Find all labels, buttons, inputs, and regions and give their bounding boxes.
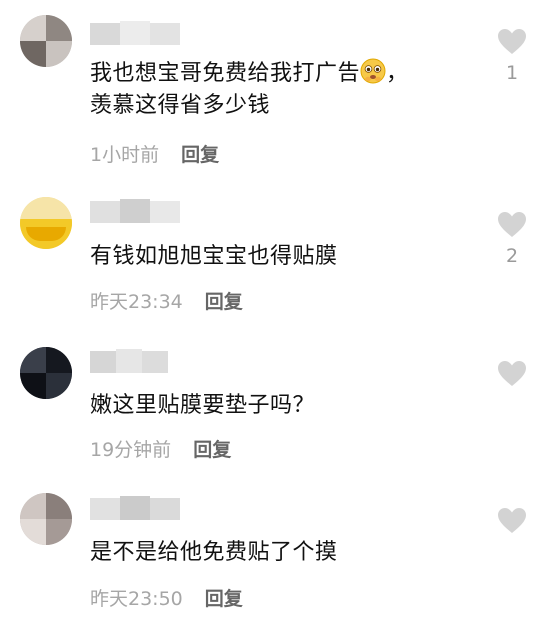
reply-button[interactable]: 回复 xyxy=(205,291,243,313)
heart-icon xyxy=(498,508,526,533)
timestamp: 昨天23:50 xyxy=(90,588,183,610)
comment-text: 有钱如旭旭宝宝也得贴膜 xyxy=(90,241,338,273)
pleading-face-icon xyxy=(360,58,386,84)
avatar[interactable] xyxy=(20,347,72,399)
timestamp: 19分钟前 xyxy=(90,439,172,461)
comment-text-line: 是不是给他免费贴了个摸 xyxy=(90,540,338,565)
username[interactable] xyxy=(90,345,168,375)
username[interactable] xyxy=(90,195,180,225)
like-count: 1 xyxy=(505,62,519,84)
avatar[interactable] xyxy=(20,197,72,249)
username[interactable] xyxy=(90,492,180,522)
like-button[interactable] xyxy=(497,360,527,394)
comment-meta: 昨天23:50 回复 xyxy=(90,587,243,611)
like-count: 2 xyxy=(505,245,519,267)
avatar[interactable] xyxy=(20,493,72,545)
comment-text-line: 我也想宝哥免费给我打广告 xyxy=(90,61,361,86)
comment-meta: 昨天23:34 回复 xyxy=(90,290,243,314)
timestamp: 1小时前 xyxy=(90,144,160,166)
comment-meta: 1小时前 回复 xyxy=(90,143,219,167)
comment-text: 嫩这里贴膜要垫子吗？ xyxy=(90,390,315,422)
avatar[interactable] xyxy=(20,15,72,67)
comment-text-comma: ， xyxy=(386,61,409,86)
like-button[interactable]: 1 xyxy=(497,28,527,84)
comment-text-line: 羡慕这得省多少钱 xyxy=(90,93,271,118)
username[interactable] xyxy=(90,17,180,47)
heart-icon xyxy=(498,361,526,386)
comment-meta: 19分钟前 回复 xyxy=(90,438,231,462)
comment-text: 是不是给他免费贴了个摸 xyxy=(90,537,338,569)
heart-icon xyxy=(498,29,526,54)
reply-button[interactable]: 回复 xyxy=(193,439,231,461)
reply-button[interactable]: 回复 xyxy=(205,588,243,610)
heart-icon xyxy=(498,212,526,237)
comment-text-line: 有钱如旭旭宝宝也得贴膜 xyxy=(90,244,338,269)
like-button[interactable] xyxy=(497,507,527,541)
comment-text: 我也想宝哥免费给我打广告 ， 羡慕这得省多少钱 xyxy=(90,58,409,122)
timestamp: 昨天23:34 xyxy=(90,291,183,313)
reply-button[interactable]: 回复 xyxy=(181,144,219,166)
comment-text-line: 嫩这里贴膜要垫子吗？ xyxy=(90,393,316,418)
like-button[interactable]: 2 xyxy=(497,211,527,267)
